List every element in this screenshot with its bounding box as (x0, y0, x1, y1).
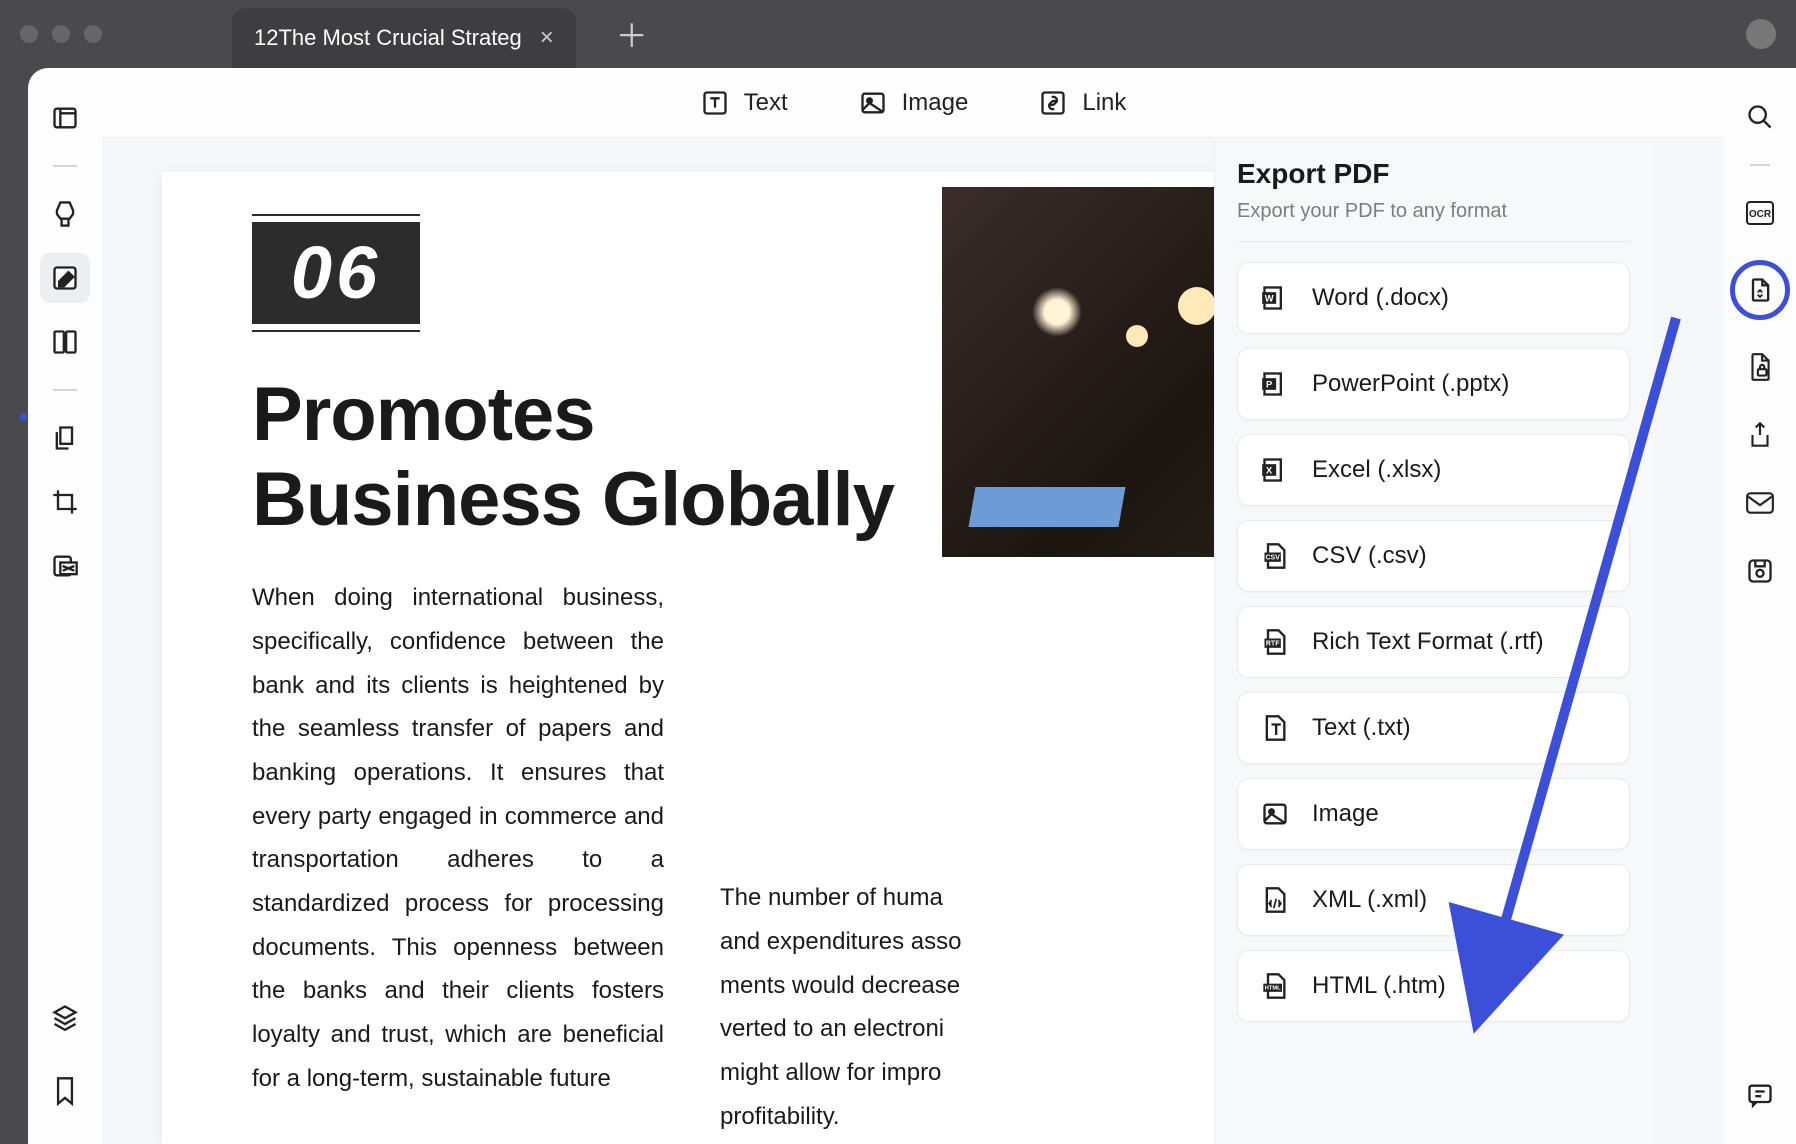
image-icon (858, 88, 888, 118)
export-option-label: Word (.docx) (1312, 284, 1449, 312)
body-line: and expenditures asso (720, 920, 1132, 964)
right-sidebar: OCR (1724, 68, 1796, 1144)
section-number: 06 (252, 236, 420, 310)
comment-button[interactable] (1739, 1074, 1781, 1116)
export-option-label: Text (.txt) (1312, 714, 1411, 742)
text-icon (700, 88, 730, 118)
export-option-img[interactable]: Image (1237, 778, 1630, 850)
svg-text:P: P (1266, 380, 1272, 390)
export-option-xml[interactable]: XML (.xml) (1237, 864, 1630, 936)
layers-button[interactable] (40, 992, 90, 1042)
window-controls (20, 25, 102, 43)
user-avatar[interactable] (1746, 19, 1776, 49)
export-option-label: XML (.xml) (1312, 886, 1427, 914)
sidebar-divider (53, 389, 77, 391)
txt-icon (1260, 713, 1290, 743)
body-column-1: When doing international business, speci… (252, 576, 664, 1144)
search-button[interactable] (1739, 96, 1781, 138)
html-icon: HTML (1260, 971, 1290, 1001)
left-sidebar (28, 68, 102, 1144)
svg-text:HTML: HTML (1265, 986, 1282, 992)
document-tab[interactable]: 12The Most Crucial Strateg × (232, 8, 576, 68)
document-page: 06 Promotes Business Globally When doing… (162, 172, 1222, 1144)
export-format-list: W Word (.docx) P PowerPoint (.pptx) X Excel (… (1237, 262, 1630, 1022)
xls-icon: X (1260, 455, 1290, 485)
convert-button[interactable] (1730, 260, 1790, 320)
maximize-window-button[interactable] (84, 25, 102, 43)
insert-link-button[interactable]: Link (1038, 88, 1126, 118)
share-button[interactable] (1739, 414, 1781, 456)
export-option-txt[interactable]: Text (.txt) (1237, 692, 1630, 764)
ocr-button[interactable]: OCR (1739, 192, 1781, 234)
sidebar-divider (1750, 164, 1770, 166)
rtf-icon: RTF (1260, 627, 1290, 657)
export-option-csv[interactable]: CSV CSV (.csv) (1237, 520, 1630, 592)
pages-tool[interactable] (40, 413, 90, 463)
edit-tool[interactable] (40, 253, 90, 303)
edit-toolbar: Text Image Link (102, 68, 1724, 138)
insert-image-button[interactable]: Image (858, 88, 969, 118)
document-body: When doing international business, speci… (252, 576, 1132, 1144)
body-line: The number of huma (720, 876, 1132, 920)
svg-text:W: W (1265, 294, 1274, 304)
highlight-tool[interactable] (40, 189, 90, 239)
close-window-button[interactable] (20, 25, 38, 43)
body-line: profitability. (720, 1095, 1132, 1139)
main-area: Text Image Link 06 Promotes Business Glo… (102, 68, 1724, 1144)
sidebar-divider (53, 165, 77, 167)
heading-line: Promotes (252, 372, 595, 457)
toolbar-label: Text (744, 89, 788, 117)
save-button[interactable] (1739, 550, 1781, 592)
img-icon (1260, 799, 1290, 829)
toolbar-label: Image (902, 89, 969, 117)
svg-text:OCR: OCR (1749, 209, 1772, 220)
body-column-2: The number of huma and expenditures asso… (720, 576, 1132, 1144)
toolbar-label: Link (1082, 89, 1126, 117)
export-option-html[interactable]: HTML HTML (.htm) (1237, 950, 1630, 1022)
export-option-label: Excel (.xlsx) (1312, 456, 1441, 484)
export-title: Export PDF (1237, 158, 1630, 190)
csv-icon: CSV (1260, 541, 1290, 571)
body-line: ments would decrease (720, 964, 1132, 1008)
heading-line: Business Globally (252, 457, 894, 542)
export-option-label: PowerPoint (.pptx) (1312, 370, 1509, 398)
export-option-xls[interactable]: X Excel (.xlsx) (1237, 434, 1630, 506)
app-window: Text Image Link 06 Promotes Business Glo… (28, 68, 1796, 1144)
svg-text:X: X (1266, 466, 1273, 476)
export-option-label: Image (1312, 800, 1379, 828)
crop-tool[interactable] (40, 477, 90, 527)
new-tab-button[interactable]: ＋ (616, 11, 648, 57)
insert-text-button[interactable]: Text (700, 88, 788, 118)
section-badge: 06 (252, 222, 420, 324)
export-option-ppt[interactable]: P PowerPoint (.pptx) (1237, 348, 1630, 420)
titlebar: 12The Most Crucial Strateg × ＋ (0, 0, 1796, 68)
svg-text:RTF: RTF (1266, 641, 1280, 648)
export-option-word[interactable]: W Word (.docx) (1237, 262, 1630, 334)
export-option-rtf[interactable]: RTF Rich Text Format (.rtf) (1237, 606, 1630, 678)
ppt-icon: P (1260, 369, 1290, 399)
export-subtitle: Export your PDF to any format (1237, 200, 1630, 242)
bookmark-button[interactable] (40, 1066, 90, 1116)
export-option-label: HTML (.htm) (1312, 972, 1446, 1000)
body-line: verted to an electroni (720, 1007, 1132, 1051)
tab-title: 12The Most Crucial Strateg (254, 25, 522, 51)
link-icon (1038, 88, 1068, 118)
form-tool[interactable] (40, 317, 90, 367)
export-panel: Export PDF Export your PDF to any format… (1214, 138, 1652, 1144)
redact-tool[interactable] (40, 541, 90, 591)
body-line: might allow for impro (720, 1051, 1132, 1095)
export-option-label: Rich Text Format (.rtf) (1312, 628, 1544, 656)
email-button[interactable] (1739, 482, 1781, 524)
protect-button[interactable] (1739, 346, 1781, 388)
minimize-window-button[interactable] (52, 25, 70, 43)
thumbnails-tool[interactable] (40, 93, 90, 143)
svg-text:CSV: CSV (1265, 555, 1280, 562)
word-icon: W (1260, 283, 1290, 313)
active-indicator (20, 413, 28, 421)
export-option-label: CSV (.csv) (1312, 542, 1427, 570)
xml-icon (1260, 885, 1290, 915)
close-tab-button[interactable]: × (540, 24, 554, 52)
